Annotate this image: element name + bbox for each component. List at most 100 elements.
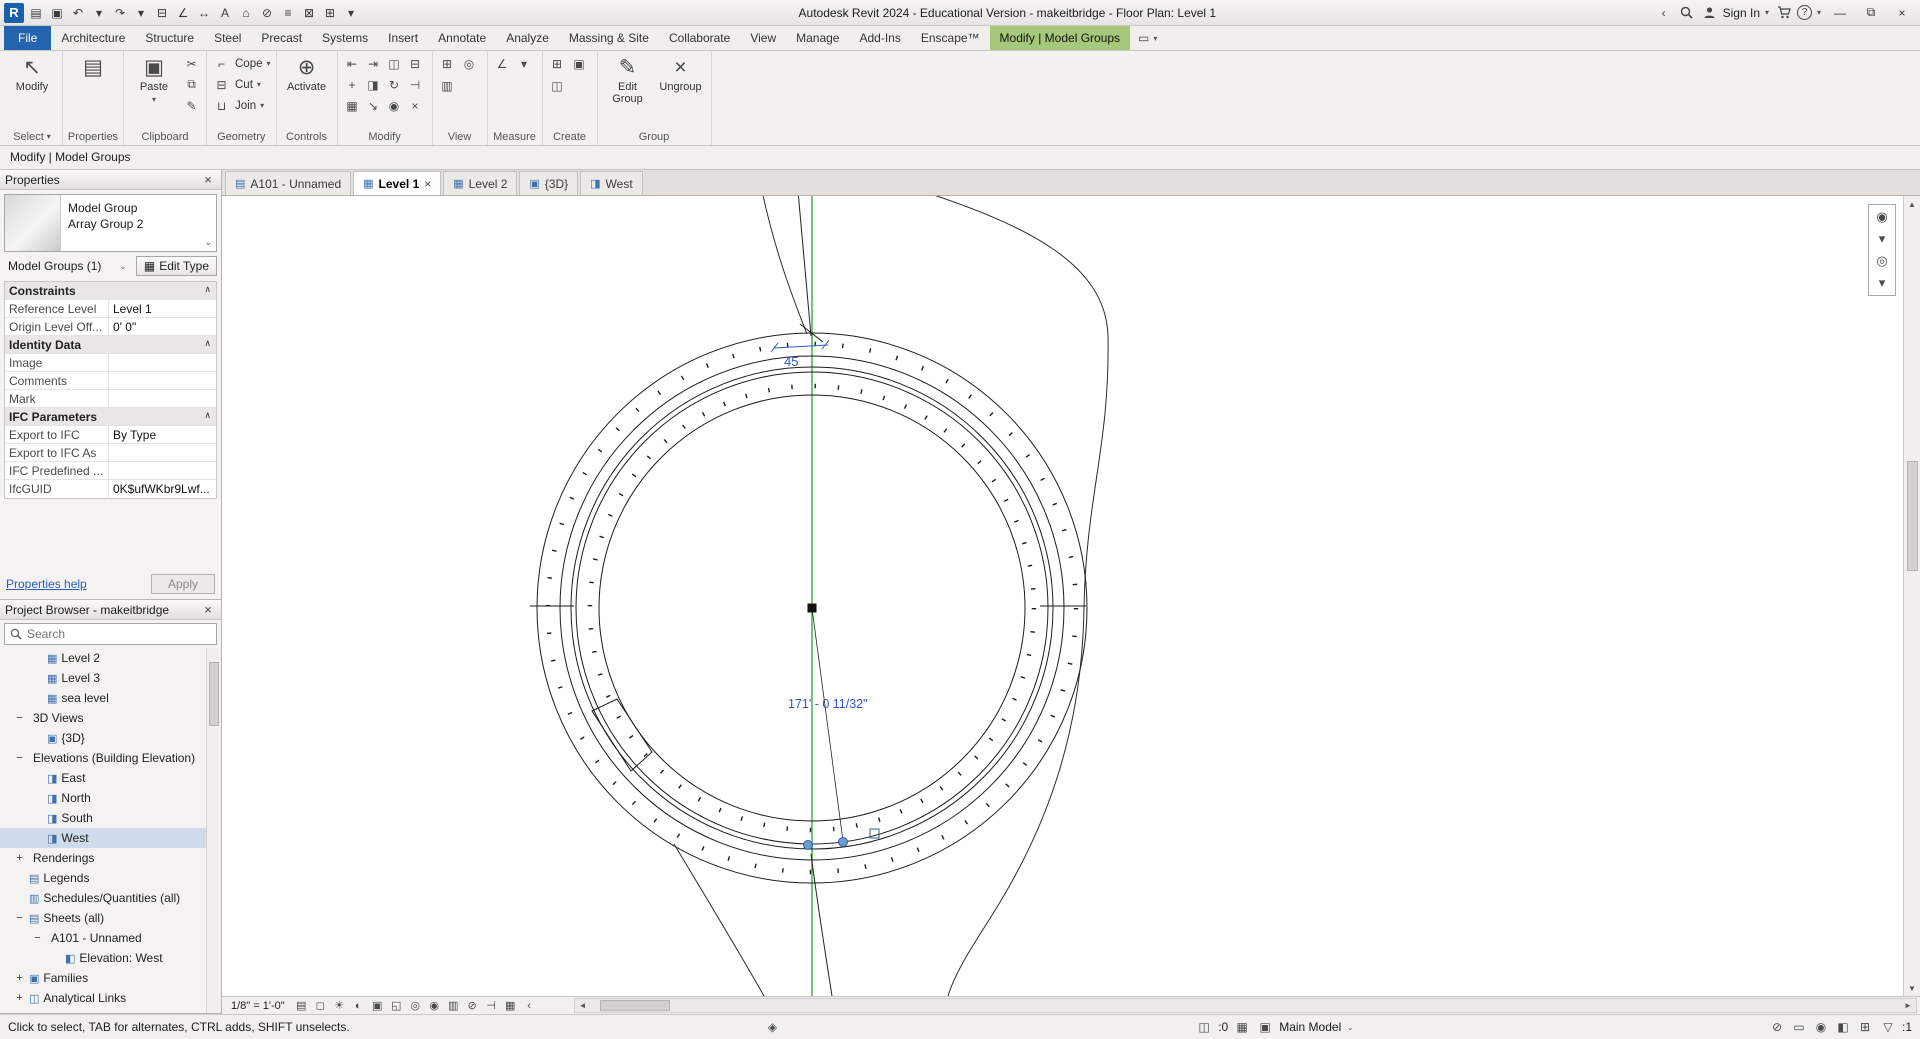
scroll-right-icon[interactable]: ► (1901, 999, 1915, 1013)
property-row[interactable]: Origin Level Off... 0' 0" (5, 318, 216, 336)
offset-icon[interactable]: ⇥ (364, 54, 383, 73)
copy-to-clipboard-icon[interactable]: ⧉ (182, 75, 201, 94)
selection-filter-icon[interactable]: ▽ (1879, 1018, 1897, 1036)
crop-view-icon[interactable]: ▣ (369, 998, 386, 1014)
pin-icon[interactable]: ◉ (385, 96, 404, 115)
sign-in-caret-icon[interactable]: ▾ (1763, 8, 1771, 17)
tree-item[interactable]: − ▤ Sheets (all) (0, 908, 206, 928)
customize-qat-icon[interactable]: ▾ (341, 3, 361, 23)
sun-path-icon[interactable]: ☀ (331, 998, 348, 1014)
redo-icon[interactable]: ↷ (110, 3, 130, 23)
ribbon-tab[interactable]: Insert (378, 26, 428, 50)
rotate-icon[interactable]: ↻ (385, 75, 404, 94)
help-icon[interactable]: ? (1797, 5, 1812, 20)
scroll-down-icon[interactable]: ▼ (1904, 981, 1920, 995)
group-origin-point[interactable] (807, 603, 817, 613)
redo-menu-icon[interactable]: ▾ (131, 3, 151, 23)
property-row[interactable]: Comments (5, 372, 216, 390)
search-icon[interactable] (1677, 3, 1697, 23)
minimize-button[interactable]: — (1826, 2, 1854, 24)
ribbon-tab[interactable]: Analyze (496, 26, 559, 50)
tree-item[interactable]: − A101 - Unnamed (0, 928, 206, 948)
type-selector-caret-icon[interactable]: ⌄ (204, 237, 212, 248)
property-row[interactable]: Identity Data (5, 336, 216, 354)
tree-expander[interactable]: + (14, 992, 25, 1004)
close-view-icon[interactable]: × (424, 177, 431, 191)
scroll-left-icon[interactable]: ◄ (576, 999, 590, 1013)
property-value[interactable]: 0K$ufWKbr9Lwf... (109, 482, 216, 496)
hide-elements-icon[interactable]: ◎ (460, 54, 479, 73)
align-icon[interactable]: ⇤ (343, 54, 362, 73)
text-icon[interactable]: A (215, 3, 235, 23)
project-browser-header[interactable]: Project Browser - makeitbridge × (0, 600, 221, 620)
property-value[interactable]: By Type (109, 428, 216, 442)
ribbon-tab[interactable]: Steel (204, 26, 251, 50)
drag-on-selection-icon[interactable]: ⊞ (1856, 1018, 1874, 1036)
measure-icon[interactable]: ∠ (173, 3, 193, 23)
view-tab[interactable]: ◨ West (580, 171, 643, 195)
properties-header[interactable]: Properties × (0, 170, 221, 190)
property-value[interactable]: Level 1 (109, 302, 216, 316)
view-tab[interactable]: ▦ Level 1 × (353, 171, 442, 195)
tree-expander[interactable]: − (14, 712, 25, 724)
select-panel-label[interactable]: Select (2, 128, 62, 145)
dimension-radius-value[interactable]: 171' - 0 11/32" (788, 697, 868, 711)
override-graphics-icon[interactable]: ▥ (438, 76, 457, 95)
tree-item[interactable]: + Renderings (0, 848, 206, 868)
section-icon[interactable]: ⊘ (257, 3, 277, 23)
save-icon[interactable]: ▣ (47, 3, 67, 23)
tree-expander[interactable]: − (14, 912, 25, 924)
browser-search-box[interactable] (4, 623, 217, 645)
vertical-scroll-thumb[interactable] (1906, 461, 1918, 571)
tree-item[interactable]: ▥ Schedules/Quantities (all) (0, 888, 206, 908)
property-row[interactable]: Reference Level Level 1 (5, 300, 216, 318)
select-by-face-icon[interactable]: ◧ (1834, 1018, 1852, 1036)
ribbon-tab[interactable]: Architecture (51, 26, 135, 50)
active-design-option[interactable]: Main Model (1279, 1020, 1341, 1034)
ribbon-tab[interactable]: Structure (135, 26, 204, 50)
tree-item[interactable]: ▣ {3D} (0, 728, 206, 748)
create-group-icon[interactable]: ▣ (570, 54, 589, 73)
tree-item[interactable]: ▦ sea level (0, 688, 206, 708)
ribbon-tab[interactable]: Precast (251, 26, 312, 50)
view-scale-button[interactable]: 1/8" = 1'-0" (225, 1000, 291, 1012)
property-row[interactable]: Image (5, 354, 216, 372)
property-row[interactable]: Mark (5, 390, 216, 408)
create-similar-icon[interactable]: ⊞ (548, 54, 567, 73)
show-crop-icon[interactable]: ◱ (388, 998, 405, 1014)
tree-item[interactable]: ◨ South (0, 808, 206, 828)
properties-help-link[interactable]: Properties help (6, 577, 87, 591)
cut-to-clipboard-icon[interactable]: ✂ (182, 54, 201, 73)
collapse-view-control-icon[interactable]: ‹ (521, 998, 538, 1014)
paste-button[interactable]: ▣ Paste (129, 54, 179, 104)
ribbon-tab[interactable]: Manage (786, 26, 849, 50)
properties-button[interactable]: ▤ (68, 54, 118, 79)
match-type-icon[interactable]: ✎ (182, 96, 201, 115)
ribbon-tab[interactable]: Annotate (428, 26, 496, 50)
design-options-caret-icon[interactable]: ⌄ (1346, 1023, 1354, 1032)
measure-tool-icon[interactable]: ∠ (493, 54, 512, 73)
tree-item[interactable]: ◧ Elevation: West (0, 948, 206, 968)
property-value[interactable]: 0' 0" (109, 320, 216, 334)
apply-button[interactable]: Apply (150, 574, 215, 594)
default-3d-view-icon[interactable]: ⌂ (236, 3, 256, 23)
ribbon-tab[interactable]: Modify | Model Groups (989, 26, 1131, 50)
properties-filter-dropdown[interactable]: Model Groups (1) ⌄ (4, 257, 131, 275)
view-tab[interactable]: ▦ Level 2 (443, 171, 518, 195)
reveal-constraints-icon[interactable]: ⊣ (483, 998, 500, 1014)
property-row[interactable]: IFC Predefined ... (5, 462, 216, 480)
thin-lines-icon[interactable]: ≡ (278, 3, 298, 23)
tree-item[interactable]: − 3D Views (0, 708, 206, 728)
tree-expander[interactable]: − (14, 752, 25, 764)
join-geometry-button[interactable]: ⊔ Join (212, 96, 264, 115)
select-underlay-icon[interactable]: ▭ (1790, 1018, 1808, 1036)
close-button[interactable]: × (1888, 2, 1916, 24)
browser-scroll-thumb[interactable] (209, 662, 219, 726)
ribbon-display-options-button[interactable]: ▭ ▾ (1130, 26, 1167, 50)
property-row[interactable]: IFC Parameters (5, 408, 216, 426)
scale-icon[interactable]: ↘ (364, 96, 383, 115)
ribbon-tab[interactable]: View (740, 26, 786, 50)
type-selector[interactable]: Model Group Array Group 2 ⌄ (4, 194, 217, 252)
scroll-up-icon[interactable]: ▲ (1904, 197, 1920, 211)
ribbon-tab[interactable]: Collaborate (659, 26, 740, 50)
